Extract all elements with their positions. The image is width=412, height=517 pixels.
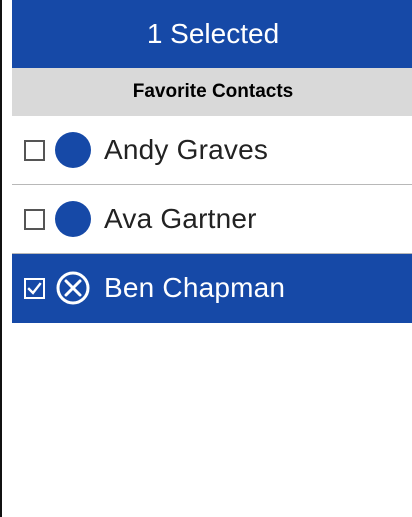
contact-row-selected[interactable]: Ben Chapman <box>12 254 412 323</box>
selection-header: 1 Selected <box>12 0 412 68</box>
contact-row[interactable]: Ava Gartner <box>12 185 412 254</box>
contact-avatar <box>55 132 91 168</box>
checkbox[interactable] <box>24 139 45 161</box>
contact-list: Andy Graves Ava Gartner Ben Chapman <box>12 116 412 323</box>
section-header: Favorite Contacts <box>12 68 412 116</box>
header-title: 1 Selected <box>146 18 280 49</box>
checkmark-icon <box>27 281 42 295</box>
app-frame: 1 Selected Favorite Contacts Andy Graves… <box>0 0 412 517</box>
checkbox[interactable] <box>24 208 45 230</box>
checkbox-checked[interactable] <box>24 277 45 299</box>
contact-avatar <box>55 201 91 237</box>
contact-name: Ava Gartner <box>104 203 257 234</box>
contact-name: Ben Chapman <box>104 272 286 303</box>
contact-name: Andy Graves <box>104 134 269 165</box>
circle-x-icon[interactable] <box>55 270 91 306</box>
section-label: Favorite Contacts <box>132 81 294 102</box>
contact-row[interactable]: Andy Graves <box>12 116 412 185</box>
